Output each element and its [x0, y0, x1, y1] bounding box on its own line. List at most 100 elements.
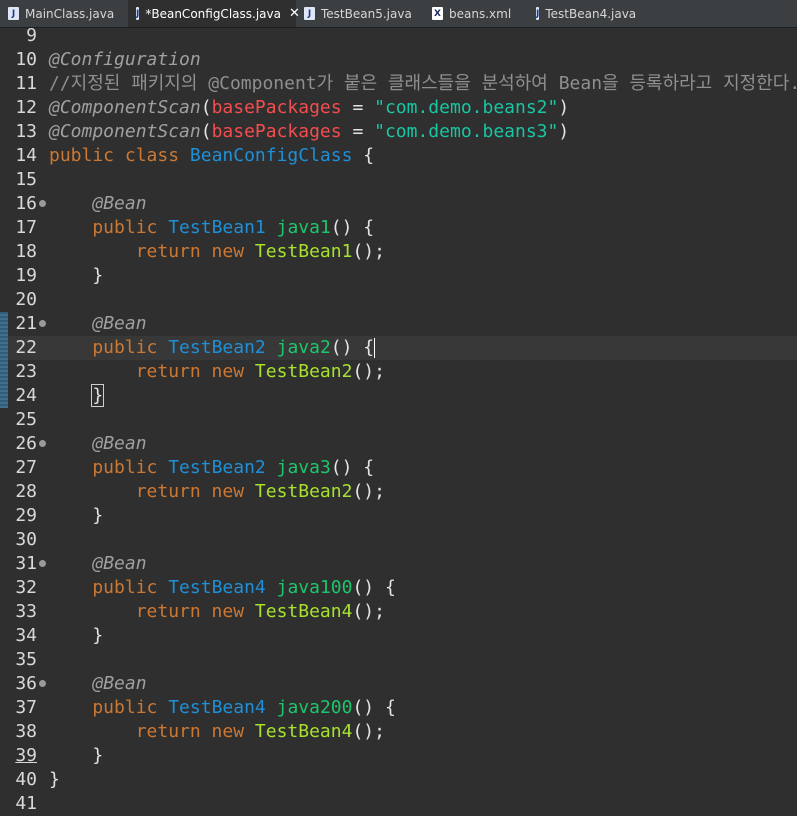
code-line[interactable]: 31 @Bean	[0, 552, 797, 576]
line-number: 16	[15, 193, 37, 214]
code-line[interactable]: 24 }	[0, 384, 797, 408]
code-text: public TestBean4 java100() {	[49, 576, 396, 600]
code-token: }	[49, 769, 60, 790]
tab-mainclass-java[interactable]: J MainClass.java	[0, 0, 128, 27]
code-token: public	[49, 457, 169, 478]
code-line[interactable]: 14 public class BeanConfigClass {	[0, 144, 797, 168]
tab-beans-xml[interactable]: Xbeans.xml	[424, 0, 528, 27]
line-number: 26	[15, 433, 37, 454]
code-line[interactable]: 38 return new TestBean4();	[0, 720, 797, 744]
line-gutter: 27	[0, 456, 40, 480]
code-line[interactable]: 18 return new TestBean1();	[0, 240, 797, 264]
tab-label: *BeanConfigClass.java	[145, 6, 281, 21]
code-token: //지정된 패키지의 @Component가 붙은 클래스들을 분석하여 Bea…	[49, 73, 797, 94]
code-text: @Bean	[49, 432, 146, 456]
code-line[interactable]: 32 public TestBean4 java100() {	[0, 576, 797, 600]
code-token: "com.demo.beans3"	[374, 121, 559, 142]
line-gutter: 12	[0, 96, 40, 120]
fold-collapse-icon[interactable]	[39, 320, 46, 327]
code-token: }	[49, 505, 104, 526]
tab-testbean4-java[interactable]: J TestBean4.java	[528, 0, 638, 27]
line-gutter: 37	[0, 696, 40, 720]
xml-file-icon: X	[432, 7, 443, 20]
line-number: 31	[15, 553, 37, 574]
code-text: }	[49, 768, 60, 792]
code-line[interactable]: 16 @Bean	[0, 192, 797, 216]
code-line[interactable]: 33 return new TestBean4();	[0, 600, 797, 624]
code-line[interactable]: 35	[0, 648, 797, 672]
line-gutter: 28	[0, 480, 40, 504]
line-number: 15	[15, 169, 37, 190]
code-token: @Bean	[92, 553, 147, 574]
code-line[interactable]: 11 //지정된 패키지의 @Component가 붙은 클래스들을 분석하여 B…	[0, 72, 797, 96]
code-token: TestBean4	[168, 577, 266, 598]
java-file-icon: J	[8, 7, 19, 20]
code-line[interactable]: 30	[0, 528, 797, 552]
line-gutter: 22	[0, 336, 40, 360]
line-number: 14	[15, 145, 37, 166]
code-line[interactable]: 20	[0, 288, 797, 312]
code-token: java100	[276, 577, 353, 598]
code-editor[interactable]: 9 10 @Configuration 11 //지정된 패키지의 @Component…	[0, 25, 797, 814]
code-line[interactable]: 26 @Bean	[0, 432, 797, 456]
code-line[interactable]: 22 public TestBean2 java2() {	[0, 336, 797, 360]
fold-collapse-icon[interactable]	[39, 440, 46, 447]
line-gutter: 10	[0, 48, 40, 72]
code-line[interactable]: 15	[0, 168, 797, 192]
code-token: () {	[352, 577, 396, 598]
code-text: return new TestBean2();	[49, 480, 385, 504]
tab-beanconfigclass-java[interactable]: J *BeanConfigClass.java ✕	[128, 0, 300, 27]
code-line[interactable]: 29 }	[0, 504, 797, 528]
line-number: 18	[15, 241, 37, 262]
code-line[interactable]: 9	[0, 24, 797, 48]
code-token: () {	[330, 217, 375, 238]
code-token: "com.demo.beans2"	[374, 97, 559, 118]
code-line[interactable]: 39 }	[0, 744, 797, 768]
line-gutter: 14	[0, 144, 40, 168]
line-gutter: 40	[0, 768, 40, 792]
line-gutter: 39	[0, 744, 40, 768]
code-line[interactable]: 12 @ComponentScan(basePackages = "com.dem…	[0, 96, 797, 120]
line-number: 19	[15, 265, 37, 286]
code-line[interactable]: 25	[0, 408, 797, 432]
fold-collapse-icon[interactable]	[39, 200, 46, 207]
line-gutter: 29	[0, 504, 40, 528]
code-token: basePackages	[211, 97, 342, 118]
code-line[interactable]: 36 @Bean	[0, 672, 797, 696]
code-line[interactable]: 40}	[0, 768, 797, 792]
line-gutter: 36	[0, 672, 46, 696]
line-number: 40	[15, 769, 37, 790]
code-line[interactable]: 17 public TestBean1 java1() {	[0, 216, 797, 240]
fold-collapse-icon[interactable]	[39, 560, 46, 567]
code-line[interactable]: 37 public TestBean4 java200() {	[0, 696, 797, 720]
code-text: }	[49, 504, 103, 528]
code-text: public TestBean4 java200() {	[49, 696, 395, 720]
code-token: public	[49, 697, 169, 718]
code-line[interactable]: 10 @Configuration	[0, 48, 797, 72]
line-gutter: 16	[0, 192, 46, 216]
code-line[interactable]: 19 }	[0, 264, 797, 288]
line-number: 12	[15, 97, 37, 118]
tab-label: beans.xml	[449, 6, 512, 21]
code-line[interactable]: 21 @Bean	[0, 312, 797, 336]
code-line[interactable]: 41	[0, 792, 797, 816]
code-line[interactable]: 13 @ComponentScan(basePackages = "com.dem…	[0, 120, 797, 144]
code-token: java2	[276, 337, 331, 358]
code-line[interactable]: 23 return new TestBean2();	[0, 360, 797, 384]
code-line[interactable]: 28 return new TestBean2();	[0, 480, 797, 504]
code-token: }	[49, 625, 104, 646]
line-number: 21	[15, 313, 37, 334]
code-token: return new	[49, 601, 255, 622]
fold-collapse-icon[interactable]	[39, 680, 46, 687]
change-marker	[0, 312, 8, 336]
code-line[interactable]: 34 }	[0, 624, 797, 648]
tab-testbean5-java[interactable]: J TestBean5.java	[296, 0, 424, 27]
code-token: ();	[352, 601, 385, 622]
code-text: }	[49, 264, 103, 288]
line-gutter: 30	[0, 528, 40, 552]
code-line[interactable]: 27 public TestBean2 java3() {	[0, 456, 797, 480]
line-gutter: 31	[0, 552, 46, 576]
code-text: @Bean	[49, 312, 146, 336]
